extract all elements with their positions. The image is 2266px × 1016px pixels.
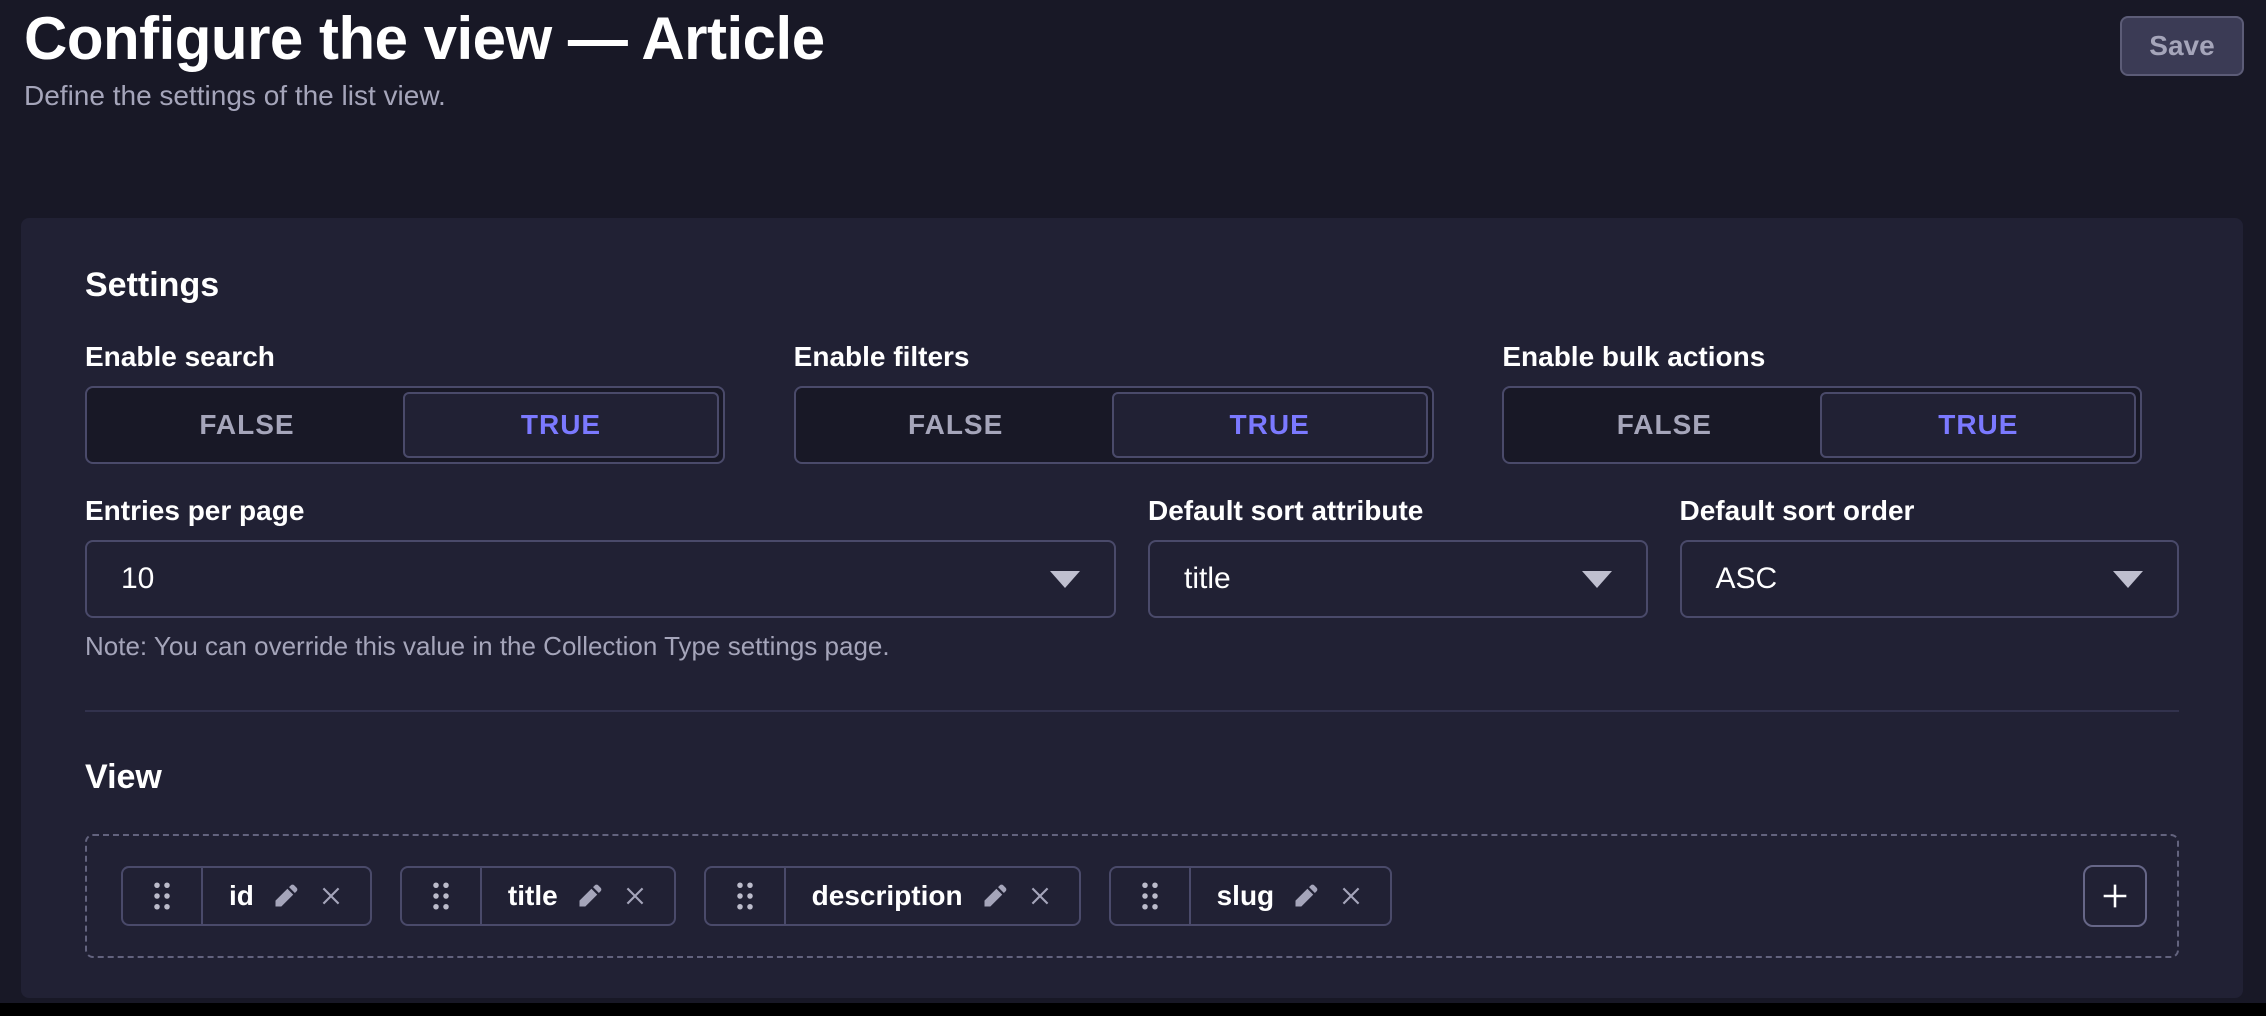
drag-handle-icon[interactable] [1111,868,1191,924]
toggle-field-enable-search: Enable search FALSE TRUE [85,340,762,464]
toggle-option-true[interactable]: TRUE [403,392,719,458]
toggle-field-enable-bulk-actions: Enable bulk actions FALSE TRUE [1502,340,2179,464]
default-sort-attribute-select[interactable]: title [1148,540,1648,618]
selects-row: Entries per page 10 Note: You can overri… [85,494,2179,662]
chip-label: id [229,880,254,912]
chip-body: slug [1191,868,1391,924]
pencil-icon[interactable] [981,882,1009,910]
chip-label: slug [1217,880,1275,912]
close-icon[interactable] [622,883,648,909]
view-section-heading: View [85,756,2179,798]
caret-down-icon [2113,571,2143,588]
field-label: Default sort order [1680,494,2180,528]
drag-handle-icon[interactable] [402,868,482,924]
toggle-option-false[interactable]: FALSE [800,392,1112,458]
field-label: Enable filters [794,340,1471,374]
field-chip-slug[interactable]: slug [1109,866,1393,926]
chip-body: title [482,868,674,924]
drag-dots-icon [1140,879,1160,913]
select-value: 10 [121,562,154,596]
page-title: Configure the view — Article [24,8,2244,70]
pencil-icon[interactable] [272,882,300,910]
select-field-default-sort-order: Default sort order ASC [1680,494,2180,662]
toggle-enable-search[interactable]: FALSE TRUE [85,386,725,464]
toggle-field-enable-filters: Enable filters FALSE TRUE [794,340,1471,464]
window-bottom-edge [0,1003,2266,1016]
select-value: title [1184,562,1231,596]
drag-dots-icon [152,879,172,913]
field-label: Enable bulk actions [1502,340,2179,374]
toggle-option-true[interactable]: TRUE [1820,392,2136,458]
field-label: Enable search [85,340,762,374]
plus-icon [2098,879,2132,913]
chip-body: id [203,868,370,924]
section-divider [85,710,2179,712]
toggle-enable-bulk-actions[interactable]: FALSE TRUE [1502,386,2142,464]
drag-handle-icon[interactable] [706,868,786,924]
close-icon[interactable] [318,883,344,909]
entries-note: Note: You can override this value in the… [85,630,1116,662]
chip-label: title [508,880,558,912]
chip-label: description [812,880,963,912]
page-subtitle: Define the settings of the list view. [24,78,2244,114]
save-button[interactable]: Save [2120,16,2244,76]
close-icon[interactable] [1338,883,1364,909]
toggles-row: Enable search FALSE TRUE Enable filters … [85,340,2179,464]
drag-dots-icon [431,879,451,913]
field-label: Entries per page [85,494,1116,528]
caret-down-icon [1582,571,1612,588]
field-chip-title[interactable]: title [400,866,676,926]
select-field-default-sort-attribute: Default sort attribute title [1148,494,1648,662]
toggle-option-true[interactable]: TRUE [1112,392,1428,458]
chip-body: description [786,868,1079,924]
drag-dots-icon [735,879,755,913]
page-header: Configure the view — Article Define the … [0,0,2266,114]
entries-per-page-select[interactable]: 10 [85,540,1116,618]
drag-handle-icon[interactable] [123,868,203,924]
pencil-icon[interactable] [1292,882,1320,910]
toggle-option-false[interactable]: FALSE [1508,392,1820,458]
field-label: Default sort attribute [1148,494,1648,528]
select-field-entries-per-page: Entries per page 10 Note: You can overri… [85,494,1116,662]
close-icon[interactable] [1027,883,1053,909]
select-value: ASC [1716,562,1778,596]
toggle-option-false[interactable]: FALSE [91,392,403,458]
field-chip-description[interactable]: description [704,866,1081,926]
add-field-button[interactable] [2083,865,2147,927]
settings-card: Settings Enable search FALSE TRUE Enable… [21,218,2243,998]
view-fields-dropzone: id title [85,834,2179,958]
pencil-icon[interactable] [576,882,604,910]
field-chip-id[interactable]: id [121,866,372,926]
toggle-enable-filters[interactable]: FALSE TRUE [794,386,1434,464]
settings-section-heading: Settings [85,264,2179,306]
default-sort-order-select[interactable]: ASC [1680,540,2180,618]
caret-down-icon [1050,571,1080,588]
